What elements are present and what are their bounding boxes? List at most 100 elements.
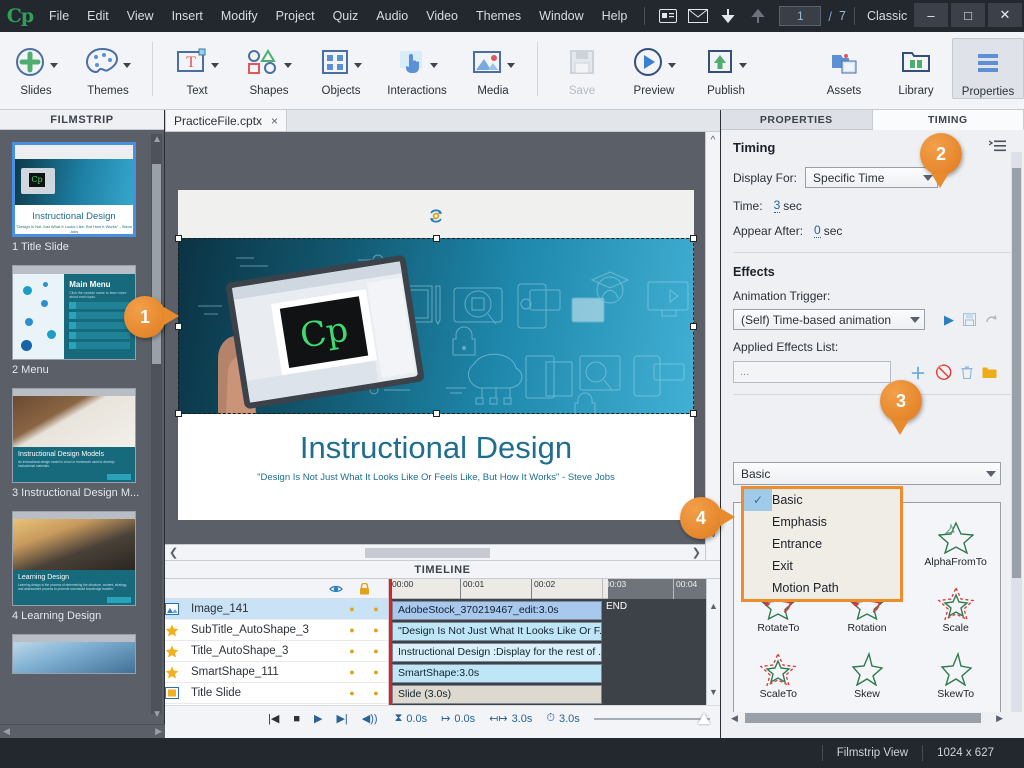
ribbon-assets-button[interactable]: Assets [808,38,880,97]
slide-hero-image[interactable]: Cp [178,238,694,414]
slide-canvas-area[interactable]: Cp Instructional Design "Design Is Not J… [165,132,720,560]
add-icon[interactable]: ＋ [910,360,926,384]
chevron-down-icon[interactable] [123,62,131,68]
close-button[interactable]: ✕ [988,3,1022,27]
scroll-left-icon[interactable]: ❮ [169,546,178,559]
filmstrip-slide-2[interactable]: Main Menu Click the module name to learn… [12,265,140,376]
menu-edit[interactable]: Edit [78,5,118,27]
ribbon-properties-button[interactable]: Properties [952,38,1024,99]
chevron-down-icon[interactable] [668,62,676,68]
timeline-bar[interactable]: AdobeStock_370219467_edit:3.0s [392,601,602,620]
effect-category-value-box[interactable]: Basic [733,462,1001,485]
timeline-bar[interactable]: SmartShape:3.0s [392,664,602,683]
rotate-handle-icon[interactable] [428,208,444,224]
audio-icon[interactable]: ◀)) [362,712,378,725]
scroll-right-icon[interactable]: ▶ [155,726,162,737]
scroll-up-icon[interactable]: ▲ [707,601,720,611]
lock-toggle[interactable]: ● [364,604,388,614]
scroll-right-icon[interactable]: ❯ [692,546,701,559]
effect-cell-scale[interactable]: Scale [911,577,1000,643]
menu-window[interactable]: Window [530,5,592,27]
chevron-down-icon[interactable] [284,62,292,68]
effect-cell-skewto[interactable]: SkewTo [911,643,1000,709]
save-icon[interactable] [963,313,976,326]
slide-title-text[interactable]: Instructional Design [178,430,694,466]
ribbon-library-button[interactable]: Library [880,38,952,97]
applied-effects-list[interactable]: ... [733,361,891,383]
ribbon-slides-button[interactable]: Slides [0,38,72,97]
visibility-toggle[interactable]: ● [340,604,364,614]
lock-toggle[interactable]: ● [364,688,388,698]
go-to-start-icon[interactable]: |◀ [268,712,279,725]
go-to-end-icon[interactable]: ▶| [336,712,347,725]
slide-thumbnail[interactable] [12,634,136,674]
timeline-bar[interactable]: "Design Is Not Just What It Looks Like O… [392,622,602,641]
chevron-down-icon[interactable] [507,62,515,68]
timeline-ruler[interactable]: 00:00 00:01 00:02 00:03 00:04 [389,579,706,599]
timeline-row[interactable]: SmartShape_111 ● ● [165,662,388,683]
minimize-button[interactable]: – [914,3,948,27]
slider-track[interactable] [593,712,710,724]
delete-icon[interactable] [961,365,973,379]
timeline-bar[interactable]: Instructional Design :Display for the re… [392,643,602,662]
ribbon-objects-button[interactable]: Objects [305,38,377,97]
menu-insert[interactable]: Insert [163,5,212,27]
ribbon-text-button[interactable]: T Text [161,38,233,97]
appear-after-value[interactable]: 0 [814,223,821,238]
ribbon-save-button[interactable]: Save [546,38,618,97]
notes-icon[interactable] [655,5,681,27]
time-value[interactable]: 3 [773,198,781,213]
scroll-left-icon[interactable]: ◀ [731,713,738,724]
menu-modify[interactable]: Modify [212,5,267,27]
tab-properties[interactable]: PROPERTIES [721,110,873,130]
effect-cell-alphafromto[interactable]: AlphaFromTo [911,511,1000,577]
timeline-tracks[interactable]: 00:00 00:01 00:02 00:03 00:04 END AdobeS… [389,579,706,705]
display-for-select[interactable]: Specific Time [805,167,939,188]
close-icon[interactable]: × [271,114,278,128]
document-tab[interactable]: PracticeFile.cptx × [165,109,288,131]
menu-help[interactable]: Help [593,5,637,27]
filmstrip-slide-3[interactable]: Instructional Design Models An instructi… [12,388,140,499]
slide-number-input[interactable]: 1 [779,6,822,26]
visibility-toggle[interactable]: ● [340,688,364,698]
filmstrip-slide-5[interactable] [12,634,140,674]
canvas-horizontal-scrollbar[interactable]: ❮ ❯ [165,544,705,560]
ribbon-shapes-button[interactable]: Shapes [233,38,305,97]
chevron-down-icon[interactable] [211,62,219,68]
visibility-toggle[interactable]: ● [340,667,364,677]
visibility-toggle[interactable]: ● [340,646,364,656]
filmstrip-scroll-area[interactable]: Cp Instructional Design "Design Is Not J… [0,130,150,718]
scroll-left-icon[interactable]: ◀ [3,726,10,737]
timeline-row[interactable]: Title Slide ● ● [165,683,388,704]
previous-slide-arrow-icon[interactable] [715,5,741,27]
effect-category-select[interactable]: Basic [733,462,1001,485]
slide-subtitle-text[interactable]: "Design Is Not Just What It Looks Like O… [178,472,694,483]
slide-thumbnail[interactable]: Learning Design Learning design is the p… [12,511,136,606]
play-icon[interactable]: ▶ [314,712,322,725]
dropdown-item-exit[interactable]: Exit [744,555,900,577]
menu-file[interactable]: File [40,5,78,27]
canvas-vertical-scrollbar[interactable]: ^ v [705,132,720,560]
redo-icon[interactable] [985,313,998,326]
mail-icon[interactable] [685,5,711,27]
ribbon-interactions-button[interactable]: Interactions [377,38,457,97]
ribbon-media-button[interactable]: Media [457,38,529,97]
lock-toggle[interactable]: ● [364,625,388,635]
panel-vertical-scrollbar[interactable] [1011,152,1022,712]
tab-timing[interactable]: TIMING [872,110,1024,130]
slide-thumbnail[interactable]: Instructional Design Models An instructi… [12,388,136,483]
lock-icon[interactable] [359,582,370,595]
scrollbar-thumb[interactable] [745,713,981,723]
scrollbar-thumb[interactable] [1012,168,1021,578]
dropdown-item-emphasis[interactable]: Emphasis [744,511,900,533]
visibility-toggle[interactable]: ● [340,625,364,635]
scrollbar-thumb[interactable] [365,548,490,558]
slider-knob[interactable] [698,712,710,724]
effect-cell-scaleto[interactable]: ScaleTo [734,643,823,709]
timeline-row[interactable]: SubTitle_AutoShape_3 ● ● [165,620,388,641]
menu-video[interactable]: Video [417,5,467,27]
slide-thumbnail[interactable]: Main Menu Click the module name to learn… [12,265,136,360]
chevron-down-icon[interactable] [430,62,438,68]
timeline-row[interactable]: Title_AutoShape_3 ● ● [165,641,388,662]
chevron-down-icon[interactable] [739,62,747,68]
